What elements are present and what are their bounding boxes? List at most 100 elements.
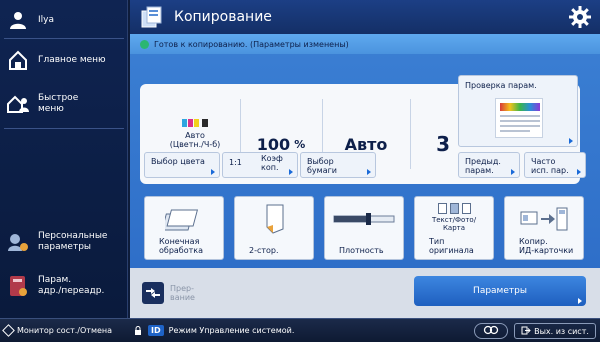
address-settings-item[interactable]: Парам. адр./переадр. (4, 272, 126, 300)
quick-menu-label-line1: Быстрое (38, 93, 79, 103)
monitor-label: Монитор сост./Отмена (17, 326, 113, 335)
id-card-copy-label-line2: ИД-карточки (519, 246, 574, 255)
monitor-button[interactable]: Монитор сост./Отмена (2, 324, 113, 337)
id-card-copy-label: Копир. ИД-карточки (519, 237, 579, 255)
logout-button[interactable]: Вых. из сист. (514, 323, 596, 339)
previous-settings-label-line2: парам. (465, 166, 494, 175)
paper-select-label-line1: Выбор (307, 157, 334, 166)
status-text: Готов к копированию. (Параметры изменены… (154, 39, 349, 49)
quick-menu-label: Быстрое меню (38, 93, 78, 115)
color-select-label: Выбор цвета (151, 157, 205, 166)
divider (4, 128, 124, 129)
options-button[interactable]: Параметры (414, 276, 586, 306)
id-card-copy-icon (505, 201, 583, 237)
more-indicator (511, 169, 515, 175)
copy-ratio-button[interactable]: 1:1 Коэф коп. (222, 152, 298, 178)
two-sided-button[interactable]: 2-стор. (234, 196, 314, 260)
more-indicator (367, 169, 371, 175)
previous-settings-label-line1: Предыд. (465, 157, 501, 166)
gear-icon[interactable] (568, 5, 592, 29)
original-type-button[interactable]: Текст/Фото/ Карта Тип оригинала (414, 196, 494, 260)
density-label-line2: Плотность (339, 246, 384, 255)
more-indicator (289, 169, 293, 175)
interrupt-button[interactable]: Прер- вание (142, 278, 202, 308)
finishing-label-line2: обработка (159, 246, 204, 255)
address-settings-label-line1: Парам. (38, 275, 72, 285)
interrupt-label-line2: вание (170, 293, 195, 302)
more-indicator (577, 169, 581, 175)
id-card-copy-button[interactable]: Копир. ИД-карточки (504, 196, 584, 260)
divider (4, 38, 124, 39)
logout-label: Вых. из сист. (534, 326, 589, 336)
copy-icon (140, 5, 166, 29)
density-label: Плотность (339, 237, 399, 255)
color-mode-icon (182, 119, 208, 127)
previous-settings-button[interactable]: Предыд. парам. (458, 152, 520, 178)
finishing-label-line1: Конечная (159, 237, 200, 246)
mode-text: Режим Управление системой. (168, 326, 295, 335)
original-type-label: Тип оригинала (429, 237, 489, 255)
copies-display: 3 (410, 84, 450, 184)
main-menu-label: Главное меню (38, 54, 106, 65)
two-sided-label: 2-стор. (249, 237, 309, 255)
color-select-button[interactable]: Выбор цвета (144, 152, 220, 178)
paper-select-button[interactable]: Выбор бумаги (300, 152, 376, 178)
paper-select-label-line2: бумаги (307, 166, 338, 175)
document-preview-icon (495, 98, 543, 138)
finishing-icon (145, 201, 223, 237)
finishing-button[interactable]: Конечная обработка (144, 196, 224, 260)
options-label: Параметры (473, 286, 527, 296)
id-badge: ID (148, 325, 164, 336)
personal-settings-item[interactable]: Персональные параметры (4, 228, 126, 256)
copy-ratio-value: 100 (256, 134, 291, 154)
check-settings-button[interactable]: Проверка парам. (458, 75, 578, 147)
original-type-current-line2: Карта (442, 223, 466, 232)
color-mode-line1: Авто (185, 131, 205, 140)
original-type-label-line2: оригинала (429, 246, 474, 255)
page-title: Копирование (174, 9, 272, 25)
quick-menu-item[interactable]: Быстрое меню (4, 90, 126, 118)
interrupt-icon (142, 282, 164, 304)
finishing-label: Конечная обработка (159, 237, 219, 255)
original-type-current-line1: Текст/Фото/ (431, 215, 477, 224)
personal-settings-label: Персональные параметры (38, 231, 107, 253)
color-mode-line2: (Цветн./Ч-б) (169, 140, 221, 149)
interrupt-label: Прер- вание (170, 284, 195, 302)
user-name: Ilya (38, 14, 54, 25)
frequent-settings-button[interactable]: Часто исп. пар. (524, 152, 586, 178)
more-indicator (578, 298, 582, 304)
more-indicator (569, 138, 573, 144)
bottom-actions: Прер- вание Параметры (130, 268, 600, 318)
frequent-settings-label-line1: Часто (531, 157, 556, 166)
id-card-copy-label-line1: Копир. (519, 237, 548, 246)
address-settings-label: Парам. адр./переадр. (38, 275, 104, 297)
header: Копирование (130, 0, 600, 34)
copies-value: 3 (436, 132, 450, 156)
more-indicator (211, 169, 215, 175)
coef-label: Коэф коп. (261, 154, 283, 172)
interrupt-label-line1: Прер- (170, 284, 194, 293)
sidebar: Ilya Главное меню Быстрое меню Персональ… (0, 0, 128, 318)
two-sided-label-line2: 2-стор. (249, 246, 279, 255)
network-button[interactable] (474, 323, 508, 339)
coef-label-line2: коп. (261, 163, 279, 172)
frequent-settings-label-line2: исп. пар. (531, 166, 569, 175)
ratio-1to1-label: 1:1 (229, 158, 242, 167)
main-menu-item[interactable]: Главное меню (4, 46, 126, 74)
user-icon (4, 6, 32, 34)
check-settings-label: Проверка парам. (465, 81, 537, 90)
lock-icon (134, 326, 142, 335)
status-bar: Готов к копированию. (Параметры изменены… (130, 34, 600, 54)
monitor-icon (2, 324, 15, 337)
logout-icon (521, 326, 531, 337)
original-type-label-line1: Тип (429, 237, 445, 246)
network-icon (483, 325, 499, 337)
density-button[interactable]: Плотность (324, 196, 404, 260)
paper-value: Авто (344, 134, 388, 154)
two-sided-icon (235, 201, 313, 237)
quick-menu-label-line2: меню (38, 104, 64, 114)
user-item[interactable]: Ilya (4, 6, 126, 34)
personal-settings-label-line2: параметры (38, 242, 92, 252)
address-book-icon (4, 272, 32, 300)
home-icon (4, 46, 32, 74)
